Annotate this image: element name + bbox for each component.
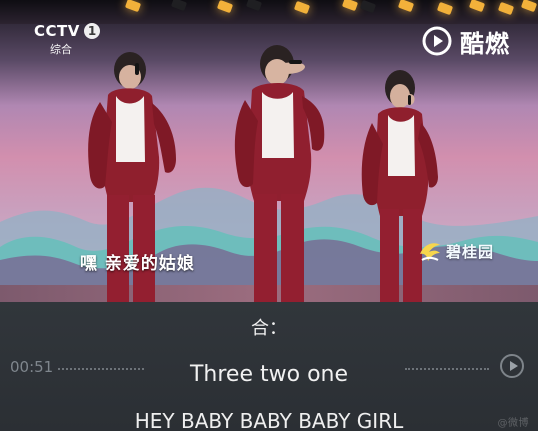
sponsor-logo: 碧桂园 xyxy=(416,238,512,266)
brand-logo: 酷燃 xyxy=(422,24,526,58)
stage-top-lights xyxy=(0,0,538,24)
cctv-channel-logo: CCTV 1 综合 xyxy=(34,22,104,56)
screen-root: CCTV 1 综合 酷燃 嘿 亲爱的姑娘 碧桂园 合： 00:51 Three … xyxy=(0,0,538,431)
channel-name: CCTV xyxy=(34,22,80,40)
performer-right xyxy=(361,70,438,302)
play-circle-icon[interactable] xyxy=(500,354,524,378)
sponsor-logo-icon xyxy=(420,243,440,261)
watermark-text: @微博 xyxy=(497,418,529,429)
video-player[interactable]: CCTV 1 综合 酷燃 嘿 亲爱的姑娘 碧桂园 xyxy=(0,0,538,302)
lyric-line-2: Three two one xyxy=(189,362,349,387)
lyrics-panel: 合： 00:51 Three two one HEY BABY BABY BAB… xyxy=(0,302,538,431)
channel-subtitle: 综合 xyxy=(50,43,72,56)
kuran-logo-icon xyxy=(422,26,452,56)
performer-center xyxy=(234,45,325,302)
sponsor-name: 碧桂园 xyxy=(446,243,495,261)
lyric-line-3: HEY BABY BABY BABY GIRL xyxy=(134,409,404,431)
brand-name: 酷燃 xyxy=(460,30,510,58)
play-triangle xyxy=(510,361,518,371)
progress-indicator-right xyxy=(405,368,489,370)
video-subtitle: 嘿 亲爱的姑娘 xyxy=(80,254,195,274)
channel-number-badge: 1 xyxy=(84,23,100,39)
lyric-line-1: 合： xyxy=(251,318,287,339)
